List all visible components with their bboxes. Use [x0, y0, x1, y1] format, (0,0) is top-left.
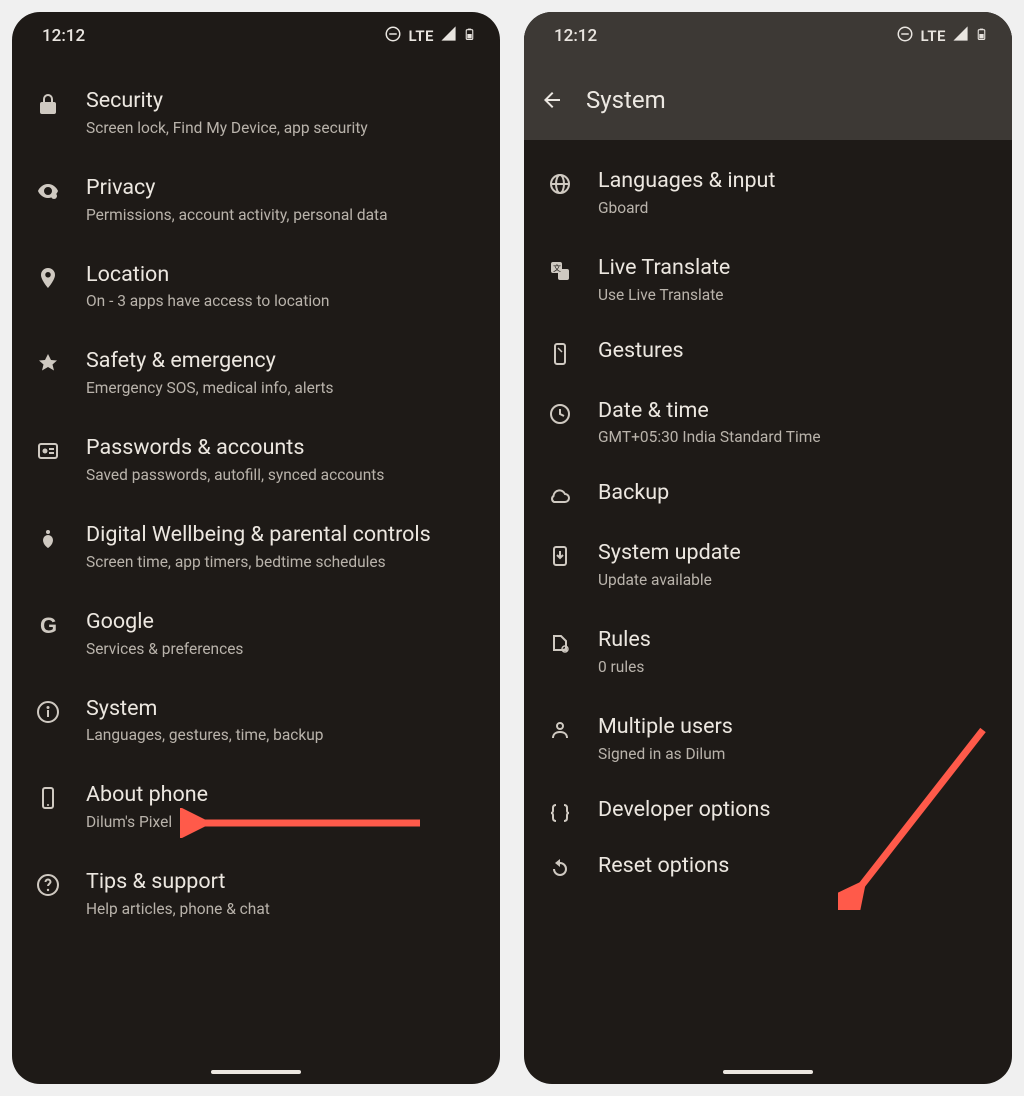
dnd-icon — [896, 25, 914, 48]
setting-item-safety-emergency[interactable]: Safety & emergency Emergency SOS, medical… — [12, 330, 500, 417]
rules-icon — [546, 631, 574, 655]
item-title: Location — [86, 262, 480, 289]
item-subtitle: Signed in as Dilum — [598, 744, 992, 765]
item-title: Backup — [598, 480, 992, 507]
setting-item-location[interactable]: LocationOn - 3 apps have access to locat… — [12, 244, 500, 331]
item-title: Multiple users — [598, 714, 992, 741]
setting-item-system-update[interactable]: System update Update available — [524, 522, 1012, 609]
back-button[interactable] — [540, 88, 564, 112]
nav-handle[interactable] — [12, 1060, 500, 1084]
setting-item-privacy[interactable]: Privacy Permissions, account activity, pe… — [12, 157, 500, 244]
setting-item-about-phone[interactable]: About phone Dilum's Pixel — [12, 764, 500, 851]
download-icon — [546, 544, 574, 568]
dnd-icon — [384, 25, 402, 48]
network-label: LTE — [408, 27, 434, 45]
item-subtitle: Screen lock, Find My Device, app securit… — [86, 118, 480, 139]
item-subtitle: Update available — [598, 570, 992, 591]
status-bar: 12:12 LTE — [12, 12, 500, 60]
help-icon — [34, 873, 62, 897]
medical-icon — [34, 352, 62, 376]
item-subtitle: 0 rules — [598, 657, 992, 678]
setting-item-languages-input[interactable]: Languages & input Gboard — [524, 150, 1012, 237]
item-subtitle: On - 3 apps have access to location — [86, 291, 480, 312]
google-icon — [34, 613, 62, 637]
status-time: 12:12 — [554, 26, 597, 46]
system-list: Languages & input Gboard Live Translate Use… — [524, 140, 1012, 1060]
setting-item-date-time[interactable]: Date & timeGMT+05:30 India Standard Time — [524, 380, 1012, 467]
item-subtitle: Screen time, app timers, bedtime schedul… — [86, 552, 480, 573]
phone-icon — [34, 786, 62, 810]
settings-main-screen: 12:12 LTE Security Screen lock, Find My D… — [12, 12, 500, 1084]
item-subtitle: Help articles, phone & chat — [86, 899, 480, 920]
setting-item-passwords-accounts[interactable]: Passwords & accounts Saved passwords, aut… — [12, 417, 500, 504]
item-subtitle: Permissions, account activity, personal … — [86, 205, 480, 226]
item-title: Rules — [598, 627, 992, 654]
setting-item-live-translate[interactable]: Live Translate Use Live Translate — [524, 237, 1012, 324]
network-label: LTE — [920, 27, 946, 45]
item-title: Date & time — [598, 398, 992, 425]
item-subtitle: Gboard — [598, 198, 992, 219]
battery-icon — [463, 24, 476, 49]
setting-item-system[interactable]: SystemLanguages, gestures, time, backup — [12, 678, 500, 765]
setting-item-backup[interactable]: Backup — [524, 466, 1012, 522]
cloud-icon — [546, 484, 574, 508]
setting-item-tips-support[interactable]: Tips & support Help articles, phone & cha… — [12, 851, 500, 938]
item-subtitle: Saved passwords, autofill, synced accoun… — [86, 465, 480, 486]
item-title: System — [86, 696, 480, 723]
item-title: Tips & support — [86, 869, 480, 896]
item-title: Passwords & accounts — [86, 435, 480, 462]
battery-icon — [975, 24, 988, 49]
settings-list: Security Screen lock, Find My Device, app… — [12, 60, 500, 1060]
item-title: Google — [86, 609, 480, 636]
signal-icon — [440, 25, 457, 47]
lock-icon — [34, 92, 62, 116]
system-settings-screen: 12:12 LTE System Languages & input Gboard… — [524, 12, 1012, 1084]
item-subtitle: Languages, gestures, time, backup — [86, 725, 480, 746]
setting-item-digital-wellbeing-parental-controls[interactable]: Digital Wellbeing & parental controls Scr… — [12, 504, 500, 591]
wellbeing-icon — [34, 526, 62, 550]
braces-icon — [546, 801, 574, 825]
item-title: Digital Wellbeing & parental controls — [86, 522, 480, 549]
item-title: Safety & emergency — [86, 348, 480, 375]
setting-item-gestures[interactable]: Gestures — [524, 324, 1012, 380]
setting-item-rules[interactable]: Rules 0 rules — [524, 609, 1012, 696]
item-title: System update — [598, 540, 992, 567]
reset-icon — [546, 857, 574, 881]
item-title: Languages & input — [598, 168, 992, 195]
app-bar: System — [524, 60, 1012, 140]
item-title: Privacy — [86, 175, 480, 202]
item-subtitle: Dilum's Pixel — [86, 812, 480, 833]
setting-item-reset-options[interactable]: Reset options — [524, 839, 1012, 895]
item-title: Live Translate — [598, 255, 992, 282]
status-time: 12:12 — [42, 26, 85, 46]
signal-icon — [952, 25, 969, 47]
location-icon — [34, 266, 62, 290]
item-title: Reset options — [598, 853, 992, 880]
account-icon — [34, 439, 62, 463]
status-bar: 12:12 LTE — [524, 12, 1012, 60]
setting-item-developer-options[interactable]: Developer options — [524, 783, 1012, 839]
globe-icon — [546, 172, 574, 196]
item-title: About phone — [86, 782, 480, 809]
item-subtitle: GMT+05:30 India Standard Time — [598, 427, 992, 448]
nav-handle[interactable] — [524, 1060, 1012, 1084]
users-icon — [546, 718, 574, 742]
item-title: Security — [86, 88, 480, 115]
setting-item-security[interactable]: Security Screen lock, Find My Device, app… — [12, 70, 500, 157]
setting-item-google[interactable]: Google Services & preferences — [12, 591, 500, 678]
clock-icon — [546, 402, 574, 426]
item-subtitle: Services & preferences — [86, 639, 480, 660]
item-subtitle: Emergency SOS, medical info, alerts — [86, 378, 480, 399]
item-title: Gestures — [598, 338, 992, 365]
screen-title: System — [586, 86, 666, 114]
gesture-icon — [546, 342, 574, 366]
info-icon — [34, 700, 62, 724]
item-title: Developer options — [598, 797, 992, 824]
translate-icon — [546, 259, 574, 283]
setting-item-multiple-users[interactable]: Multiple users Signed in as Dilum — [524, 696, 1012, 783]
item-subtitle: Use Live Translate — [598, 285, 992, 306]
privacy-icon — [34, 179, 62, 203]
